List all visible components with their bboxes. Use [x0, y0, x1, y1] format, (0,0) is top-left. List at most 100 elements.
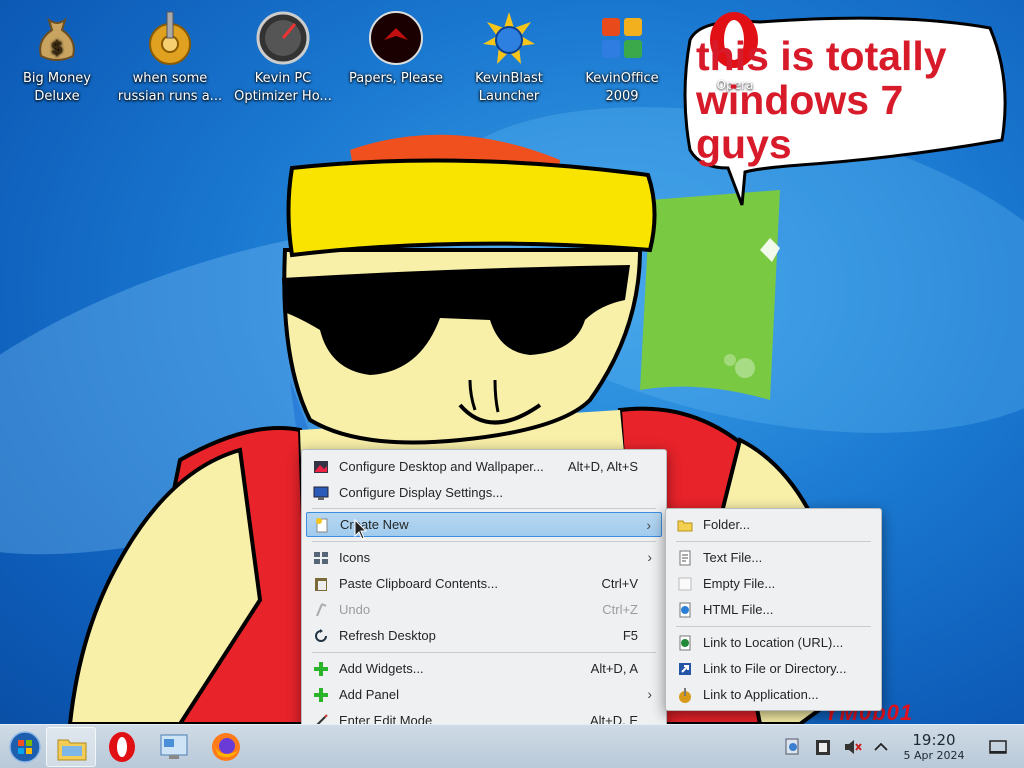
submenu-item-empty-file[interactable]: Empty File... [670, 571, 877, 596]
menu-separator [312, 508, 656, 509]
desktop-icon-label: KevinOffice 2009 [585, 71, 659, 104]
desktop-context-menu: Configure Desktop and Wallpaper... Alt+D… [301, 449, 667, 736]
undo-icon [316, 602, 327, 616]
desktop-icon-kevin-pc-optimizer[interactable]: Kevin PC Optimizer Ho... [227, 8, 339, 106]
display-icon [313, 486, 329, 500]
taskbar-firefox[interactable] [201, 727, 251, 767]
taskbar-file-manager[interactable] [46, 727, 96, 767]
submenu-item-text-file[interactable]: Text File... [670, 545, 877, 570]
taskbar: 19:20 5 Apr 2024 [0, 724, 1024, 768]
firefox-icon [212, 733, 240, 761]
desktop-icon-kevinoffice[interactable]: KevinOffice 2009 [566, 8, 678, 106]
money-bag-icon: $ [39, 17, 75, 61]
url-link-icon [679, 635, 691, 650]
taskbar-opera[interactable] [97, 727, 147, 767]
office-icon [602, 18, 642, 58]
menu-item-add-widgets[interactable]: Add Widgets... Alt+D, A [306, 656, 662, 681]
submenu-item-html-file[interactable]: HTML File... [670, 597, 877, 622]
chevron-right-icon: › [646, 517, 651, 533]
gear-fan-icon [149, 11, 191, 65]
paste-icon [315, 577, 327, 591]
speech-bubble-line2: windows 7 guys [696, 77, 904, 167]
refresh-icon [315, 628, 327, 642]
chevron-right-icon: › [647, 549, 652, 565]
mouse-cursor-icon [354, 519, 368, 540]
red-disc-icon [369, 11, 423, 65]
taskbar-control-panel[interactable] [149, 727, 199, 767]
menu-item-label: Folder... [703, 517, 750, 532]
menu-item-refresh[interactable]: Refresh Desktop F5 [306, 623, 662, 648]
menu-separator [312, 652, 656, 653]
menu-item-label: Add Panel [339, 687, 399, 702]
menu-item-label: Paste Clipboard Contents... [339, 576, 498, 591]
desktop-icon-label: Papers, Please [348, 71, 444, 86]
menu-item-label: Undo [339, 602, 371, 617]
menu-item-shortcut: Alt+D, Alt+S [567, 459, 638, 474]
globe-sun-icon [483, 12, 535, 64]
menu-item-configure-display[interactable]: Configure Display Settings... [306, 480, 662, 505]
file-manager-icon [57, 739, 87, 761]
clipboard-icon[interactable] [813, 737, 833, 757]
menu-item-label: Refresh Desktop [339, 628, 436, 643]
menu-item-paste[interactable]: Paste Clipboard Contents... Ctrl+V [306, 571, 662, 596]
menu-item-shortcut: F5 [622, 628, 638, 643]
desktop-icon-label: Big Money Deluxe [22, 71, 91, 104]
menu-item-configure-desktop[interactable]: Configure Desktop and Wallpaper... Alt+D… [306, 454, 662, 479]
html-file-icon [679, 602, 691, 617]
menu-item-label: Link to Location (URL)... [703, 635, 844, 650]
menu-item-undo[interactable]: Undo Ctrl+Z [306, 597, 662, 622]
menu-item-shortcut: Alt+D, A [590, 661, 638, 676]
submenu-item-link-app[interactable]: Link to Application... [670, 682, 877, 707]
empty-file-icon [678, 577, 692, 590]
menu-item-label: Link to Application... [703, 687, 819, 702]
submenu-item-link-url[interactable]: Link to Location (URL)... [670, 630, 877, 655]
gauge-icon [256, 11, 310, 65]
menu-item-label: Create New [340, 517, 409, 532]
volume-muted-icon[interactable] [843, 737, 863, 757]
desktop-icon-kevinblast[interactable]: KevinBlast Launcher [453, 8, 565, 106]
menu-item-label: Text File... [703, 550, 763, 565]
desktop-icon-big-money[interactable]: $ Big Money Deluxe [1, 8, 113, 106]
chevron-right-icon: › [647, 686, 652, 702]
menu-item-shortcut: Ctrl+Z [602, 602, 638, 617]
desktop-icon-russian[interactable]: when some russian runs a... [114, 8, 226, 106]
submenu-item-folder[interactable]: Folder... [670, 512, 877, 537]
show-desktop-icon[interactable] [988, 737, 1008, 757]
clock[interactable]: 19:20 5 Apr 2024 [894, 731, 974, 763]
menu-item-label: Configure Desktop and Wallpaper... [339, 459, 544, 474]
clock-date: 5 Apr 2024 [903, 749, 965, 762]
create-new-submenu: Folder... Text File... Empty File... HTM… [665, 508, 882, 711]
start-button[interactable] [0, 727, 50, 767]
new-file-icon [316, 517, 328, 532]
menu-item-add-panel[interactable]: Add Panel › [306, 682, 662, 707]
text-file-icon [679, 550, 691, 565]
submenu-item-link-file[interactable]: Link to File or Directory... [670, 656, 877, 681]
control-panel-icon [160, 734, 188, 759]
menu-separator [676, 626, 871, 627]
icons-grid-icon [314, 551, 328, 564]
plus-icon [314, 687, 328, 702]
network-icon[interactable] [783, 737, 803, 757]
start-orb-icon [9, 731, 41, 763]
desktop-icon-label: Kevin PC Optimizer Ho... [234, 71, 332, 104]
wallpaper-icon [314, 460, 328, 473]
app-link-icon [679, 687, 691, 703]
clock-time: 19:20 [912, 731, 956, 749]
desktop-icon-papers-please[interactable]: Papers, Please [340, 8, 452, 88]
menu-item-label: Icons [339, 550, 371, 565]
folder-icon [677, 520, 693, 531]
menu-item-label: Add Widgets... [339, 661, 424, 676]
opera-icon [109, 732, 135, 762]
speech-bubble-line1: this is totally [696, 33, 947, 79]
menu-item-label: Configure Display Settings... [339, 485, 504, 500]
menu-item-label: Empty File... [703, 576, 776, 591]
menu-separator [676, 541, 871, 542]
chevron-up-icon[interactable] [871, 737, 891, 757]
file-link-icon [679, 662, 691, 675]
menu-item-icons[interactable]: Icons › [306, 545, 662, 570]
menu-item-label: HTML File... [703, 602, 774, 617]
plus-icon [314, 661, 328, 676]
menu-separator [312, 541, 656, 542]
svg-text:$: $ [51, 37, 64, 58]
desktop-icon-label: when some russian runs a... [117, 71, 223, 104]
